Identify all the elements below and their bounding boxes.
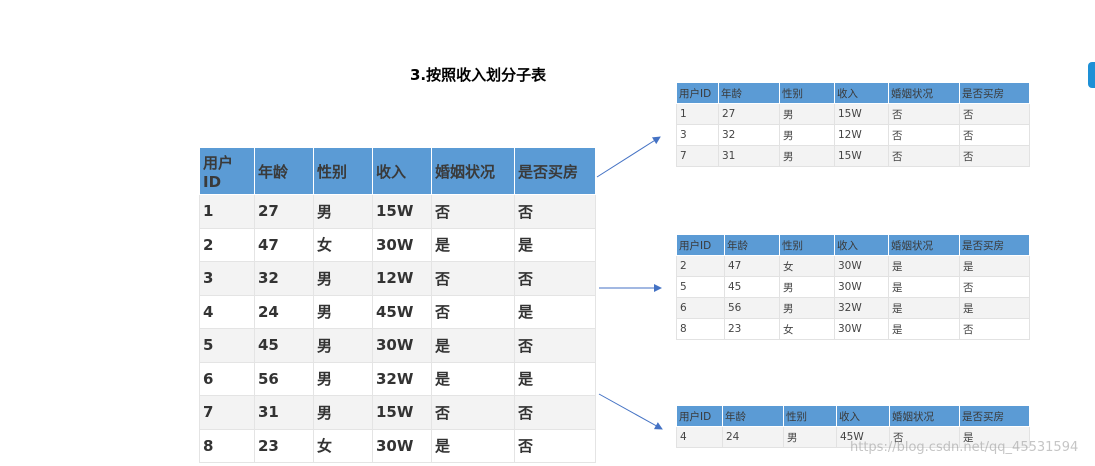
watermark: https://blog.csdn.net/qq_45531594	[850, 440, 1079, 455]
arrow-to-subtable-1	[596, 136, 661, 178]
arrow-to-subtable-3	[598, 393, 663, 430]
connector-arrows	[596, 136, 663, 430]
